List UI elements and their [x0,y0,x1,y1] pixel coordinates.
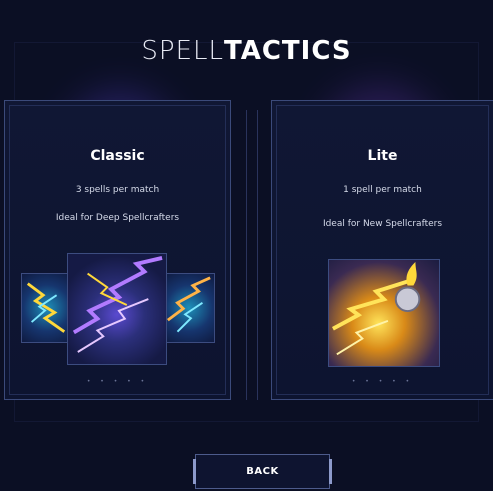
lightning-icon [166,276,211,333]
mode-card-classic[interactable]: Classic 3 spells per match Ideal for Dee… [4,100,231,400]
spell-card-art-featured [328,259,440,367]
spell-card-art-featured [67,253,167,365]
spell-card-art [21,273,73,343]
title-bold: TACTICS [223,36,352,66]
mode-description: 1 spell per match [343,185,422,195]
lightning-icon [331,261,421,356]
mode-title: Lite [367,148,398,164]
lightning-icon [72,256,163,353]
back-button[interactable]: BACK [193,454,332,489]
card-divider [240,110,264,400]
mode-description: Ideal for New Spellcrafters [322,219,443,229]
lightning-icon [26,282,66,333]
title-light: SPELL [141,36,224,66]
spell-card-art [163,273,215,343]
mode-title: Classic [90,148,145,164]
pagination-dots: • • • • • [86,378,149,385]
pagination-dots: • • • • • [351,378,414,385]
mode-description: 3 spells per match [75,185,160,195]
mode-description: Ideal for Deep Spellcrafters [55,213,180,223]
mode-card-lite[interactable]: Lite 1 spell per match Ideal for New Spe… [271,100,493,400]
page-title: SPELLTACTICS [0,36,493,66]
